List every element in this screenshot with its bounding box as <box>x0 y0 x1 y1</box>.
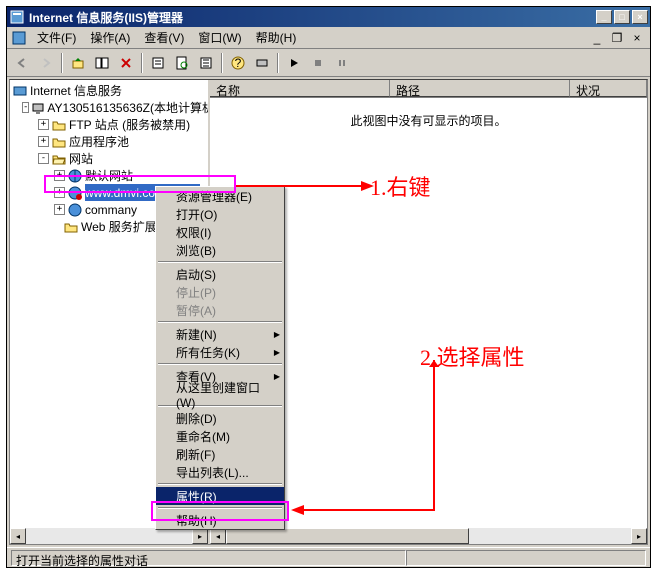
col-name[interactable]: 名称 <box>210 80 390 97</box>
folder-icon <box>51 134 67 150</box>
folder-open-icon <box>51 151 67 167</box>
ctx-permissions[interactable]: 权限(I) <box>156 223 284 241</box>
expand-icon[interactable]: + <box>38 136 49 147</box>
tree-hscrollbar[interactable]: ◂ ▸ <box>10 528 208 544</box>
ctx-new[interactable]: 新建(N)▶ <box>156 325 284 343</box>
help-button[interactable]: ? <box>227 52 249 74</box>
submenu-arrow-icon: ▶ <box>274 330 280 339</box>
menu-window[interactable]: 窗口(W) <box>192 27 247 48</box>
maximize-button[interactable]: □ <box>614 10 630 24</box>
ctx-new-window[interactable]: 从这里创建窗口(W) <box>156 385 284 403</box>
website-icon <box>67 202 83 218</box>
tree-site-commany-label: commany <box>85 203 137 217</box>
app-icon <box>9 9 25 25</box>
iis-manager-window: Internet 信息服务(IIS)管理器 _ □ × 文件(F) 操作(A) … <box>6 6 651 568</box>
mdi-restore-button[interactable]: ❐ <box>608 30 626 46</box>
tree-site-default-label: 默认网站 <box>85 167 133 184</box>
context-menu: 资源管理器(E) 打开(O) 权限(I) 浏览(B) 启动(S) 停止(P) 暂… <box>155 186 285 530</box>
ctx-open[interactable]: 打开(O) <box>156 205 284 223</box>
window-title: Internet 信息服务(IIS)管理器 <box>29 9 596 26</box>
ctx-delete[interactable]: 删除(D) <box>156 409 284 427</box>
submenu-arrow-icon: ▶ <box>274 348 280 357</box>
ctx-browse[interactable]: 浏览(B) <box>156 241 284 259</box>
minimize-button[interactable]: _ <box>596 10 612 24</box>
menu-help[interactable]: 帮助(H) <box>250 27 303 48</box>
tree-root-label: Internet 信息服务 <box>30 82 122 99</box>
mdi-minimize-button[interactable]: _ <box>588 30 606 46</box>
website-stopped-icon <box>67 185 83 201</box>
list-header: 名称 路径 状况 <box>210 80 647 98</box>
tree-webext-label: Web 服务扩展 <box>81 218 157 235</box>
scroll-left-button[interactable]: ◂ <box>210 528 226 544</box>
close-button[interactable]: × <box>632 10 648 24</box>
ctx-export-list[interactable]: 导出列表(L)... <box>156 463 284 481</box>
scroll-right-button[interactable]: ▸ <box>631 528 647 544</box>
tree-computer-label: AY130516135636Z(本地计算机 <box>47 99 210 116</box>
tree-computer[interactable]: - AY130516135636Z(本地计算机 <box>12 99 206 116</box>
status-cell-2 <box>406 550 646 566</box>
forward-button[interactable] <box>35 52 57 74</box>
ctx-properties[interactable]: 属性(R) <box>156 487 284 505</box>
toolbar: ? <box>7 49 650 77</box>
properties-button[interactable] <box>147 52 169 74</box>
svg-text:?: ? <box>235 56 242 70</box>
refresh-button[interactable] <box>171 52 193 74</box>
tree-ftp[interactable]: + FTP 站点 (服务被禁用) <box>12 116 206 133</box>
expand-icon[interactable]: + <box>38 119 49 130</box>
empty-message: 此视图中没有可显示的项目。 <box>350 112 506 129</box>
folder-icon <box>51 117 67 133</box>
expand-icon[interactable]: + <box>54 187 65 198</box>
ctx-stop: 停止(P) <box>156 283 284 301</box>
show-hide-tree-button[interactable] <box>91 52 113 74</box>
mmc-icon <box>11 30 27 46</box>
tree-apppool-label: 应用程序池 <box>69 133 129 150</box>
col-status[interactable]: 状况 <box>570 80 647 97</box>
pause-button[interactable] <box>331 52 353 74</box>
expand-icon[interactable]: + <box>54 204 65 215</box>
export-list-button[interactable] <box>195 52 217 74</box>
menu-view[interactable]: 查看(V) <box>138 27 190 48</box>
computer-icon <box>31 100 45 116</box>
ctx-rename[interactable]: 重命名(M) <box>156 427 284 445</box>
ctx-refresh[interactable]: 刷新(F) <box>156 445 284 463</box>
collapse-icon[interactable]: - <box>22 102 29 113</box>
tree-websites[interactable]: - 网站 <box>12 150 206 167</box>
stop-button[interactable] <box>307 52 329 74</box>
tree-ftp-label: FTP 站点 (服务被禁用) <box>69 116 190 133</box>
menu-action[interactable]: 操作(A) <box>84 27 136 48</box>
menubar: 文件(F) 操作(A) 查看(V) 窗口(W) 帮助(H) _ ❐ × <box>7 27 650 49</box>
play-button[interactable] <box>283 52 305 74</box>
ctx-help[interactable]: 帮助(H) <box>156 511 284 529</box>
collapse-icon[interactable]: - <box>38 153 49 164</box>
menu-file[interactable]: 文件(F) <box>31 27 82 48</box>
list-hscrollbar[interactable]: ◂ ▸ <box>210 528 647 544</box>
ctx-pause: 暂停(A) <box>156 301 284 319</box>
status-text: 打开当前选择的属性对话 <box>11 550 406 566</box>
scroll-right-button[interactable]: ▸ <box>192 528 208 544</box>
tree-site-default[interactable]: + 默认网站 <box>12 167 206 184</box>
scroll-left-button[interactable]: ◂ <box>10 528 26 544</box>
submenu-arrow-icon: ▶ <box>274 372 280 381</box>
ctx-start[interactable]: 启动(S) <box>156 265 284 283</box>
ctx-all-tasks[interactable]: 所有任务(K)▶ <box>156 343 284 361</box>
expand-icon[interactable]: + <box>54 170 65 181</box>
tree-root[interactable]: Internet 信息服务 <box>12 82 206 99</box>
content-area: Internet 信息服务 - AY130516135636Z(本地计算机 + … <box>9 79 648 545</box>
statusbar: 打开当前选择的属性对话 <box>7 547 650 567</box>
folder-icon <box>63 219 79 235</box>
ctx-explorer[interactable]: 资源管理器(E) <box>156 187 284 205</box>
back-button[interactable] <box>11 52 33 74</box>
up-button[interactable] <box>67 52 89 74</box>
mdi-close-button[interactable]: × <box>628 30 646 46</box>
website-icon <box>67 168 83 184</box>
scroll-thumb[interactable] <box>226 528 469 544</box>
tree-websites-label: 网站 <box>69 150 93 167</box>
tree-apppool[interactable]: + 应用程序池 <box>12 133 206 150</box>
connect-button[interactable] <box>251 52 273 74</box>
iis-root-icon <box>12 83 28 99</box>
window-buttons: _ □ × <box>596 10 648 24</box>
titlebar: Internet 信息服务(IIS)管理器 _ □ × <box>7 7 650 27</box>
delete-button[interactable] <box>115 52 137 74</box>
col-path[interactable]: 路径 <box>390 80 570 97</box>
